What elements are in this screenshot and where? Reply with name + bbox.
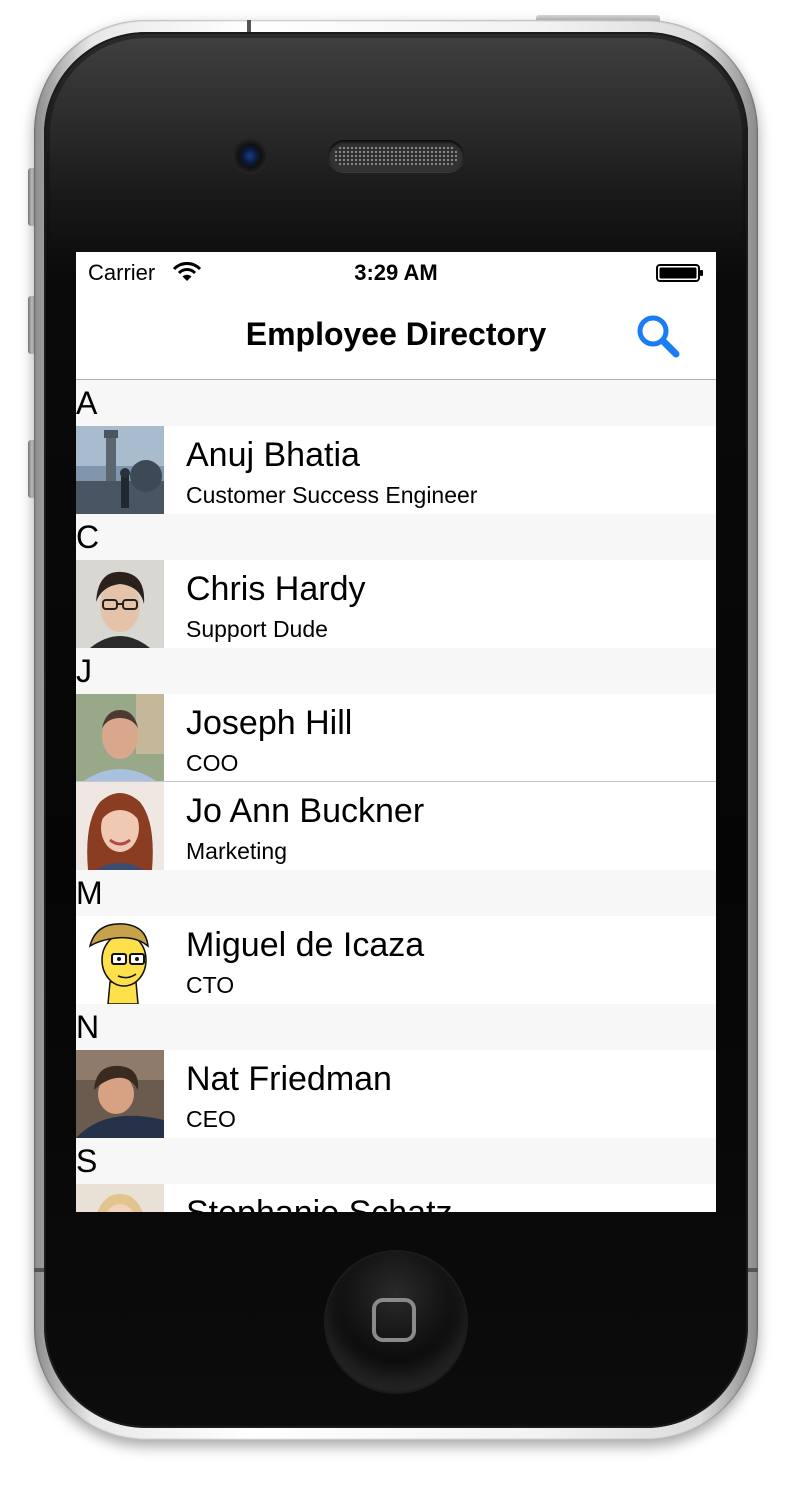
status-time: 3:29 AM xyxy=(354,260,438,285)
employee-title: COO xyxy=(186,750,239,776)
employee-title: Support Dude xyxy=(186,616,328,642)
section-header-m: M xyxy=(76,870,716,916)
list-item[interactable]: Nat Friedman CEO xyxy=(76,1050,716,1138)
employee-name: Nat Friedman xyxy=(186,1060,392,1098)
section-header-n: N xyxy=(76,1004,716,1050)
search-button[interactable] xyxy=(632,310,684,362)
employee-name: Chris Hardy xyxy=(186,570,366,608)
earpiece-speaker xyxy=(328,140,464,172)
employee-name: Anuj Bhatia xyxy=(186,436,360,474)
employee-title: Customer Success Engineer xyxy=(186,482,478,508)
employee-name: Miguel de Icaza xyxy=(186,926,425,964)
battery-icon xyxy=(656,264,703,282)
employee-list[interactable]: A Anuj Bhatia Customer Success Engineer … xyxy=(76,380,716,1212)
employee-title: Marketing xyxy=(186,838,287,864)
navigation-bar: Employee Directory xyxy=(76,292,716,380)
avatar xyxy=(76,782,164,870)
section-header-a: A xyxy=(76,380,716,426)
search-icon xyxy=(637,315,680,358)
avatar xyxy=(76,560,164,648)
list-item[interactable]: Stephanie Schatz xyxy=(76,1184,716,1212)
avatar xyxy=(76,1050,164,1138)
section-header-c: C xyxy=(76,514,716,560)
list-item[interactable]: Anuj Bhatia Customer Success Engineer xyxy=(76,426,716,514)
avatar xyxy=(76,1184,164,1212)
app-screen: Carrier 3:29 AM Employee Directory A Anu… xyxy=(76,252,716,1212)
section-header-s: S xyxy=(76,1138,716,1184)
avatar xyxy=(76,426,164,514)
page-title: Employee Directory xyxy=(245,316,547,352)
employee-title: CEO xyxy=(186,1106,236,1132)
employee-name: Joseph Hill xyxy=(186,704,353,742)
avatar xyxy=(76,916,164,1004)
list-item[interactable]: Chris Hardy Support Dude xyxy=(76,560,716,648)
employee-name: Jo Ann Buckner xyxy=(186,792,425,830)
list-item[interactable]: Joseph Hill COO xyxy=(76,694,716,782)
section-header-j: J xyxy=(76,648,716,694)
employee-name: Stephanie Schatz xyxy=(186,1194,453,1212)
list-item[interactable]: Miguel de Icaza CTO xyxy=(76,916,716,1004)
employee-title: CTO xyxy=(186,972,235,998)
avatar xyxy=(76,694,164,782)
status-bar: Carrier 3:29 AM xyxy=(76,252,716,292)
home-square-icon xyxy=(372,1298,416,1342)
list-item[interactable]: Jo Ann Buckner Marketing xyxy=(76,782,716,870)
front-camera xyxy=(232,138,268,174)
home-button[interactable] xyxy=(326,1252,466,1392)
